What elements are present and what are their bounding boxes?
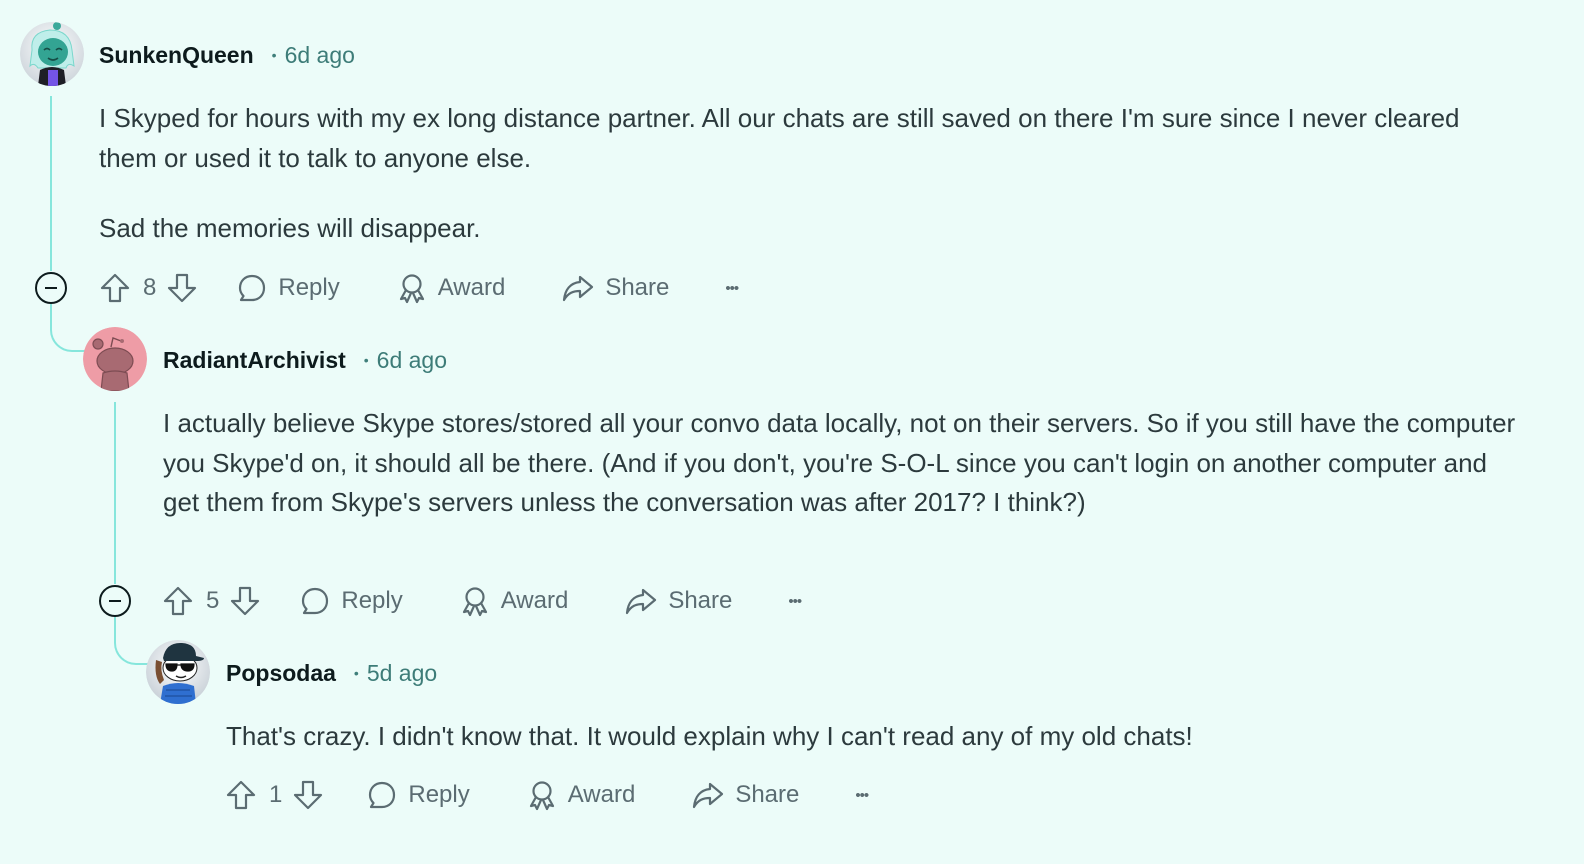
upvote-button[interactable] [162, 585, 194, 617]
downvote-button[interactable] [292, 779, 324, 811]
comment-paragraph: I Skyped for hours with my ex long dista… [99, 103, 1460, 173]
award-button[interactable]: Award [459, 585, 569, 617]
share-icon [563, 275, 594, 302]
avatar-snoo-cap-sunglasses-icon [146, 640, 210, 704]
upvote-icon [226, 780, 256, 810]
comment-body: I actually believe Skype stores/stored a… [163, 404, 1523, 523]
comment-bubble-icon [369, 781, 396, 809]
comment-body: That's crazy. I didn't know that. It wou… [226, 717, 1526, 757]
avatar[interactable] [146, 640, 210, 704]
comment-meta: Popsodaa • 5d ago [226, 658, 437, 688]
vote-count: 8 [143, 274, 157, 301]
username[interactable]: RadiantArchivist [163, 347, 346, 374]
separator-dot: • [363, 352, 369, 368]
upvote-icon [100, 273, 130, 303]
share-label: Share [605, 274, 670, 301]
comment-actions: 5 Reply Award Share ••• [162, 581, 802, 621]
separator-dot: • [353, 665, 359, 681]
collapse-thread-button[interactable] [99, 585, 131, 617]
upvote-icon [163, 586, 193, 616]
award-icon [462, 587, 487, 617]
award-button[interactable]: Award [526, 779, 636, 811]
share-button[interactable]: Share [691, 779, 799, 811]
comment-actions: 8 Reply Award Share ••• [99, 268, 739, 308]
more-options-icon: ••• [725, 279, 739, 297]
vote-count: 1 [269, 781, 283, 808]
award-label: Award [500, 587, 569, 614]
comment-body: I Skyped for hours with my ex long dista… [99, 99, 1469, 249]
timestamp[interactable]: 6d ago [285, 42, 355, 69]
reply-label: Reply [408, 781, 470, 808]
minus-icon [109, 600, 121, 602]
more-options-icon: ••• [788, 592, 802, 610]
reply-label: Reply [341, 587, 403, 614]
downvote-icon [294, 780, 323, 810]
share-button[interactable]: Share [561, 272, 669, 304]
comment-bubble-icon [239, 274, 266, 302]
avatar[interactable] [20, 22, 84, 86]
more-options-button[interactable]: ••• [855, 786, 869, 804]
thread-line [114, 402, 116, 584]
avatar-teal-character-icon [20, 22, 84, 86]
avatar-default-snoo-pink-icon [83, 327, 147, 391]
vote-count: 5 [206, 587, 220, 614]
comment-paragraph: That's crazy. I didn't know that. It wou… [226, 721, 1193, 751]
reply-label: Reply [278, 274, 340, 301]
downvote-icon [168, 273, 197, 303]
award-icon [529, 781, 554, 811]
share-icon [693, 782, 724, 809]
reply-button[interactable]: Reply [236, 272, 340, 304]
more-options-button[interactable]: ••• [725, 279, 739, 297]
avatar[interactable] [83, 327, 147, 391]
thread-connector [114, 617, 150, 665]
reply-button[interactable]: Reply [299, 585, 403, 617]
upvote-button[interactable] [225, 779, 257, 811]
comment-meta: RadiantArchivist • 6d ago [163, 345, 447, 375]
award-icon [399, 274, 424, 304]
downvote-button[interactable] [166, 272, 198, 304]
share-label: Share [735, 781, 800, 808]
timestamp[interactable]: 5d ago [367, 660, 437, 687]
share-icon [626, 588, 657, 615]
award-button[interactable]: Award [396, 272, 506, 304]
comment-paragraph: Sad the memories will disappear. [99, 213, 481, 243]
timestamp[interactable]: 6d ago [377, 347, 447, 374]
more-options-icon: ••• [855, 786, 869, 804]
thread-line [50, 96, 52, 271]
more-options-button[interactable]: ••• [788, 592, 802, 610]
share-button[interactable]: Share [624, 585, 732, 617]
comment-paragraph: I actually believe Skype stores/stored a… [163, 408, 1516, 517]
comment-bubble-icon [302, 587, 329, 615]
downvote-button[interactable] [229, 585, 261, 617]
award-label: Award [437, 274, 506, 301]
share-label: Share [668, 587, 733, 614]
username[interactable]: Popsodaa [226, 660, 336, 687]
upvote-button[interactable] [99, 272, 131, 304]
thread-connector [50, 304, 86, 352]
award-label: Award [567, 781, 636, 808]
username[interactable]: SunkenQueen [99, 42, 254, 69]
comment-meta: SunkenQueen • 6d ago [99, 40, 355, 70]
reply-button[interactable]: Reply [366, 779, 470, 811]
downvote-icon [231, 586, 260, 616]
comment-actions: 1 Reply Award Share ••• [225, 775, 869, 815]
minus-icon [45, 287, 57, 289]
separator-dot: • [271, 47, 277, 63]
collapse-thread-button[interactable] [35, 272, 67, 304]
